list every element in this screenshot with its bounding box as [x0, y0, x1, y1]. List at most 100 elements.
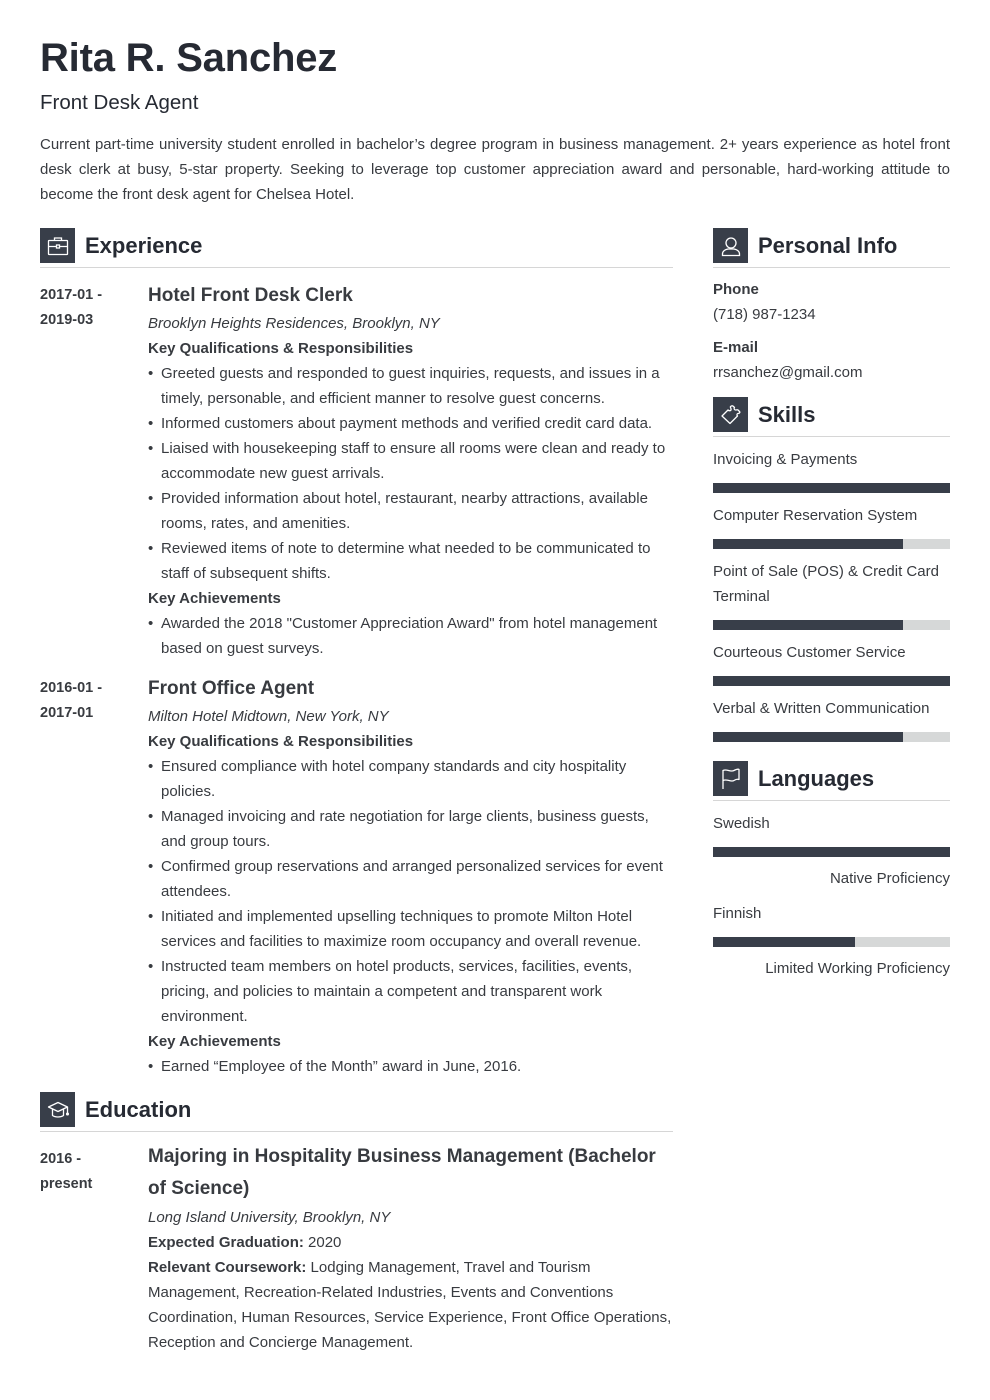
languages-list: Swedish Native Proficiency Finnish Limited …: [713, 811, 950, 981]
personal-info-section: Personal Info Phone (718) 987-1234 E-mai…: [713, 228, 950, 385]
phone-value: (718) 987-1234: [713, 306, 816, 323]
skill-name: Computer Reservation System: [713, 507, 918, 524]
achievements-list: Earned “Employee of the Month” award in …: [148, 1054, 673, 1079]
skill-name: Point of Sale (POS) & Credit Card Termin…: [713, 563, 939, 605]
skill-level-bar: [713, 676, 950, 686]
list-item: Instructed team members on hotel product…: [148, 954, 673, 1029]
entry-date: 2016 - present: [40, 1147, 148, 1355]
languages-title: Languages: [758, 766, 875, 791]
entry-body: Hotel Front Desk Clerk Brooklyn Heights …: [148, 283, 673, 661]
language-proficiency: Native Proficiency: [829, 870, 950, 887]
skill-level-fill: [713, 676, 950, 686]
left-column: Experience 2017-01 - 2019-03 Hotel Front…: [40, 228, 673, 1355]
skills-list: Invoicing & Payments Computer Reservation…: [713, 447, 950, 742]
list-item: Provided information about hotel, restau…: [148, 486, 673, 536]
skill-level-bar: [713, 732, 950, 742]
list-item: Informed customers about payment methods…: [148, 411, 673, 436]
language-name: Swedish: [713, 815, 770, 832]
puzzle-icon: [713, 397, 748, 432]
responsibilities-list: Ensured compliance with hotel company st…: [148, 754, 673, 1029]
skill-name: Invoicing & Payments: [713, 451, 858, 468]
experience-title: Experience: [85, 233, 203, 258]
list-item: Awarded the 2018 "Customer Appreciation …: [148, 611, 673, 661]
personal-info-title: Personal Info: [758, 233, 898, 258]
list-item: Confirmed group reservations and arrange…: [148, 854, 673, 904]
skill-item: Point of Sale (POS) & Credit Card Termin…: [713, 559, 950, 630]
company: Brooklyn Heights Residences, Brooklyn, N…: [148, 315, 440, 332]
skills-section: Skills Invoicing & Payments Computer Rese…: [713, 397, 950, 742]
experience-section: Experience 2017-01 - 2019-03 Hotel Front…: [40, 228, 673, 1079]
language-item: Swedish Native Proficiency: [713, 811, 950, 891]
briefcase-icon: [40, 228, 75, 263]
list-item: Greeted guests and responded to guest in…: [148, 361, 673, 411]
graduation-value: 2020: [303, 1234, 342, 1251]
date-end: 2019-03: [40, 312, 94, 328]
skills-title: Skills: [758, 402, 816, 427]
date-end: present: [40, 1176, 93, 1192]
email-value: rrsanchez@gmail.com: [713, 364, 863, 381]
achievements-heading: Key Achievements: [148, 1033, 281, 1050]
company: Milton Hotel Midtown, New York, NY: [148, 708, 389, 725]
skill-name: Verbal & Written Communication: [713, 700, 930, 717]
email-label: E-mail: [713, 339, 759, 356]
skill-level-bar: [713, 483, 950, 493]
experience-header: Experience: [40, 228, 673, 268]
entry-body: Majoring in Hospitality Business Managem…: [148, 1146, 673, 1355]
list-item: Initiated and implemented upselling tech…: [148, 904, 673, 954]
list-item: Earned “Employee of the Month” award in …: [148, 1054, 673, 1079]
education-title: Education: [85, 1097, 192, 1122]
language-level-fill: [713, 847, 950, 857]
responsibilities-heading: Key Qualifications & Responsibilities: [148, 733, 414, 750]
skill-level-fill: [713, 620, 903, 630]
language-name: Finnish: [713, 905, 762, 922]
list-item: Ensured compliance with hotel company st…: [148, 754, 673, 804]
graduation-cap-icon: [40, 1092, 75, 1127]
language-item: Finnish Limited Working Proficiency: [713, 901, 950, 981]
job-title: Hotel Front Desk Clerk: [148, 285, 353, 306]
school: Long Island University, Brooklyn, NY: [148, 1209, 391, 1226]
language-level-fill: [713, 937, 856, 947]
relevant-coursework: Relevant Coursework: Lodging Management,…: [148, 1255, 673, 1355]
language-level-bar: [713, 937, 950, 947]
education-entry: 2016 - present Majoring in Hospitality B…: [40, 1146, 673, 1355]
skill-level-fill: [713, 483, 950, 493]
entry-body: Front Office Agent Milton Hotel Midtown,…: [148, 676, 673, 1079]
resume-name: Rita R. Sanchez: [40, 36, 338, 80]
skill-level-bar: [713, 539, 950, 549]
phone-block: Phone (718) 987-1234: [713, 277, 950, 327]
date-start: 2017-01 -: [40, 287, 103, 303]
resume-summary: Current part-time university student enr…: [40, 136, 950, 203]
skills-header: Skills: [713, 397, 950, 437]
skill-item: Courteous Customer Service: [713, 640, 950, 686]
achievements-list: Awarded the 2018 "Customer Appreciation …: [148, 611, 673, 661]
skill-level-bar: [713, 620, 950, 630]
personal-info-header: Personal Info: [713, 228, 950, 268]
date-start: 2016 -: [40, 1151, 82, 1167]
date-end: 2017-01: [40, 705, 94, 721]
graduation-label: Expected Graduation:: [148, 1234, 304, 1251]
education-header: Education: [40, 1092, 673, 1132]
responsibilities-heading: Key Qualifications & Responsibilities: [148, 340, 414, 357]
skill-item: Verbal & Written Communication: [713, 696, 950, 742]
skill-item: Invoicing & Payments: [713, 447, 950, 493]
phone-label: Phone: [713, 281, 759, 298]
experience-entry: 2016-01 - 2017-01 Front Office Agent Mil…: [40, 676, 673, 1079]
languages-header: Languages: [713, 761, 950, 801]
coursework-label: Relevant Coursework:: [148, 1259, 307, 1276]
skill-level-fill: [713, 539, 903, 549]
right-column: Personal Info Phone (718) 987-1234 E-mai…: [713, 228, 950, 981]
job-title: Front Office Agent: [148, 678, 315, 699]
list-item: Managed invoicing and rate negotiation f…: [148, 804, 673, 854]
language-proficiency: Limited Working Proficiency: [765, 960, 950, 977]
entry-date: 2017-01 - 2019-03: [40, 283, 148, 661]
skill-item: Computer Reservation System: [713, 503, 950, 549]
skill-level-fill: [713, 732, 903, 742]
resume-job-title: Front Desk Agent: [40, 91, 199, 114]
list-item: Reviewed items of note to determine what…: [148, 536, 673, 586]
entry-date: 2016-01 - 2017-01: [40, 676, 148, 1079]
skill-name: Courteous Customer Service: [713, 644, 906, 661]
languages-section: Languages Swedish Native Proficiency Finni…: [713, 761, 950, 981]
achievements-heading: Key Achievements: [148, 590, 281, 607]
date-start: 2016-01 -: [40, 680, 103, 696]
degree-title: Majoring in Hospitality Business Managem…: [148, 1146, 656, 1199]
